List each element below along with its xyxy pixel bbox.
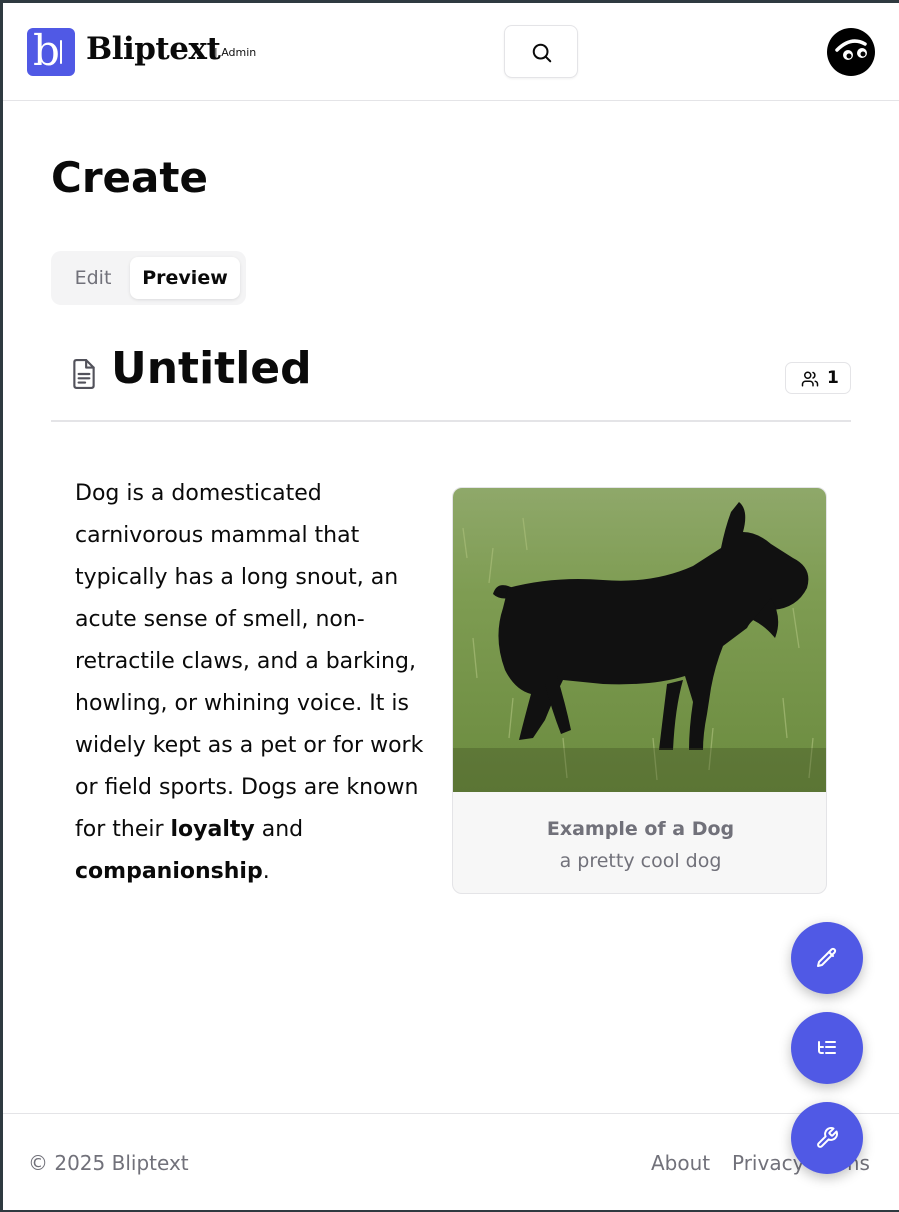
body-text-mid: and xyxy=(254,817,304,842)
image-figure: Example of a Dog a pretty cool dog xyxy=(452,487,827,894)
outline-fab-button[interactable] xyxy=(791,1012,863,1084)
edit-preview-tabs: Edit Preview xyxy=(51,251,246,305)
footer-link-about[interactable]: About xyxy=(651,1151,710,1175)
dog-photo xyxy=(453,488,826,792)
search-icon xyxy=(532,43,552,63)
footer-link-privacy[interactable]: Privacy xyxy=(732,1151,804,1175)
brand-name[interactable]: Bliptext xyxy=(86,31,221,67)
body-bold-companionship: companionship xyxy=(75,859,263,884)
tab-preview[interactable]: Preview xyxy=(130,257,240,299)
figure-caption-title: Example of a Dog xyxy=(546,818,735,840)
collaborators-badge[interactable]: 1 xyxy=(785,362,851,394)
body-text-end: . xyxy=(262,859,270,884)
avatar-face-icon xyxy=(835,39,867,60)
document-body: Dog is a domesticated carnivorous mammal… xyxy=(75,473,425,893)
page-title: Create xyxy=(51,153,208,202)
document-icon xyxy=(73,359,95,389)
app-frame: b Bliptext | Admin Create Edit Preview U… xyxy=(0,0,899,1212)
edit-fab-button[interactable] xyxy=(791,922,863,994)
body-bold-loyalty: loyalty xyxy=(170,817,255,842)
title-divider xyxy=(51,420,851,422)
pencil-icon xyxy=(817,947,837,967)
search-button[interactable] xyxy=(504,25,578,78)
logo-letter-icon: b xyxy=(33,26,60,75)
users-icon xyxy=(801,371,819,387)
tab-edit[interactable]: Edit xyxy=(61,257,125,299)
wrench-icon xyxy=(817,1127,838,1148)
logo[interactable]: b xyxy=(27,28,75,76)
tools-fab-button[interactable] xyxy=(791,1102,863,1174)
document-title: Untitled xyxy=(111,343,312,394)
list-tree-icon xyxy=(818,1041,836,1054)
footer-divider xyxy=(3,1113,899,1114)
user-avatar[interactable] xyxy=(827,28,875,76)
logo-bar xyxy=(60,40,62,64)
footer-copyright: © 2025 Bliptext xyxy=(28,1151,189,1175)
body-text-intro: Dog is a domesticated carnivorous mammal… xyxy=(75,481,424,842)
figure-caption-subtitle: a pretty cool dog xyxy=(559,850,722,872)
collaborators-count: 1 xyxy=(827,368,839,388)
admin-label: | Admin xyxy=(214,46,257,59)
top-header: b Bliptext | Admin xyxy=(3,3,899,101)
